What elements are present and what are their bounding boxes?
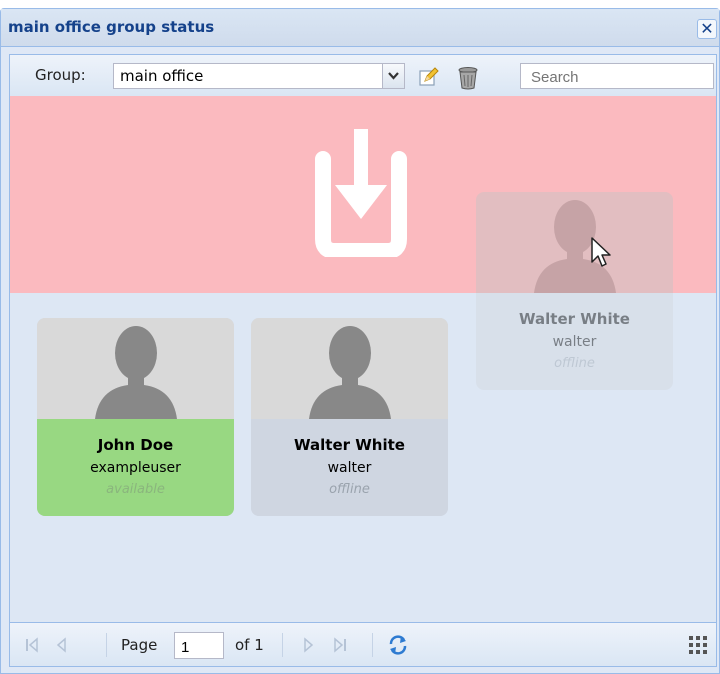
page-count-label: of 1: [235, 636, 264, 654]
member-name: Walter White: [294, 436, 405, 454]
refresh-icon[interactable]: [387, 634, 409, 656]
close-icon: ✕: [700, 19, 714, 38]
person-silhouette-icon: [309, 326, 391, 419]
person-silhouette-icon: [95, 326, 177, 419]
last-page-icon[interactable]: [332, 637, 348, 653]
member-grid: John Doe exampleuser available Walter Wh…: [9, 96, 717, 622]
close-button[interactable]: ✕: [697, 19, 717, 39]
edit-group-button[interactable]: [418, 66, 440, 88]
group-label: Group:: [35, 66, 86, 84]
member-info: Walter White walter offline: [251, 419, 448, 516]
member-name: John Doe: [97, 436, 174, 454]
dragging-member-card[interactable]: Walter White walter offline: [476, 192, 673, 390]
previous-page-icon[interactable]: [54, 637, 70, 653]
group-select[interactable]: main office: [113, 63, 405, 89]
grid-view-icon[interactable]: [688, 635, 708, 655]
title-bar[interactable]: main office group status ✕: [1, 9, 719, 47]
drop-into-icon: [315, 129, 407, 257]
group-select-trigger[interactable]: [382, 64, 404, 88]
delete-group-button[interactable]: [457, 66, 479, 90]
avatar: [476, 192, 673, 293]
next-page-icon[interactable]: [300, 637, 316, 653]
avatar: [251, 318, 448, 419]
separator: [372, 633, 373, 657]
group-status-window: main office group status ✕ Group: main o…: [0, 8, 720, 674]
member-info: John Doe exampleuser available: [37, 419, 234, 516]
member-status: available: [106, 482, 165, 497]
page-label: Page: [121, 636, 158, 654]
edit-icon: [419, 67, 439, 86]
separator: [282, 633, 283, 657]
member-info: Walter White walter offline: [476, 293, 673, 390]
member-status: offline: [554, 356, 595, 371]
pagination-toolbar: Page of 1: [9, 622, 717, 667]
search-input[interactable]: [520, 63, 714, 89]
chevron-down-icon: [388, 72, 399, 80]
member-username: walter: [327, 460, 372, 476]
window-title: main office group status: [8, 18, 215, 36]
trash-icon: [458, 67, 478, 90]
member-name: Walter White: [519, 310, 630, 328]
avatar: [37, 318, 234, 419]
mouse-pointer-icon: [591, 237, 611, 267]
member-card[interactable]: John Doe exampleuser available: [37, 318, 234, 516]
member-username: exampleuser: [90, 460, 181, 476]
member-username: walter: [552, 334, 597, 350]
member-card[interactable]: Walter White walter offline: [251, 318, 448, 516]
separator: [106, 633, 107, 657]
first-page-icon[interactable]: [24, 637, 40, 653]
page-number-input[interactable]: [174, 632, 224, 659]
group-toolbar: Group: main office: [9, 54, 717, 96]
member-status: offline: [329, 482, 370, 497]
group-select-value: main office: [120, 67, 204, 85]
